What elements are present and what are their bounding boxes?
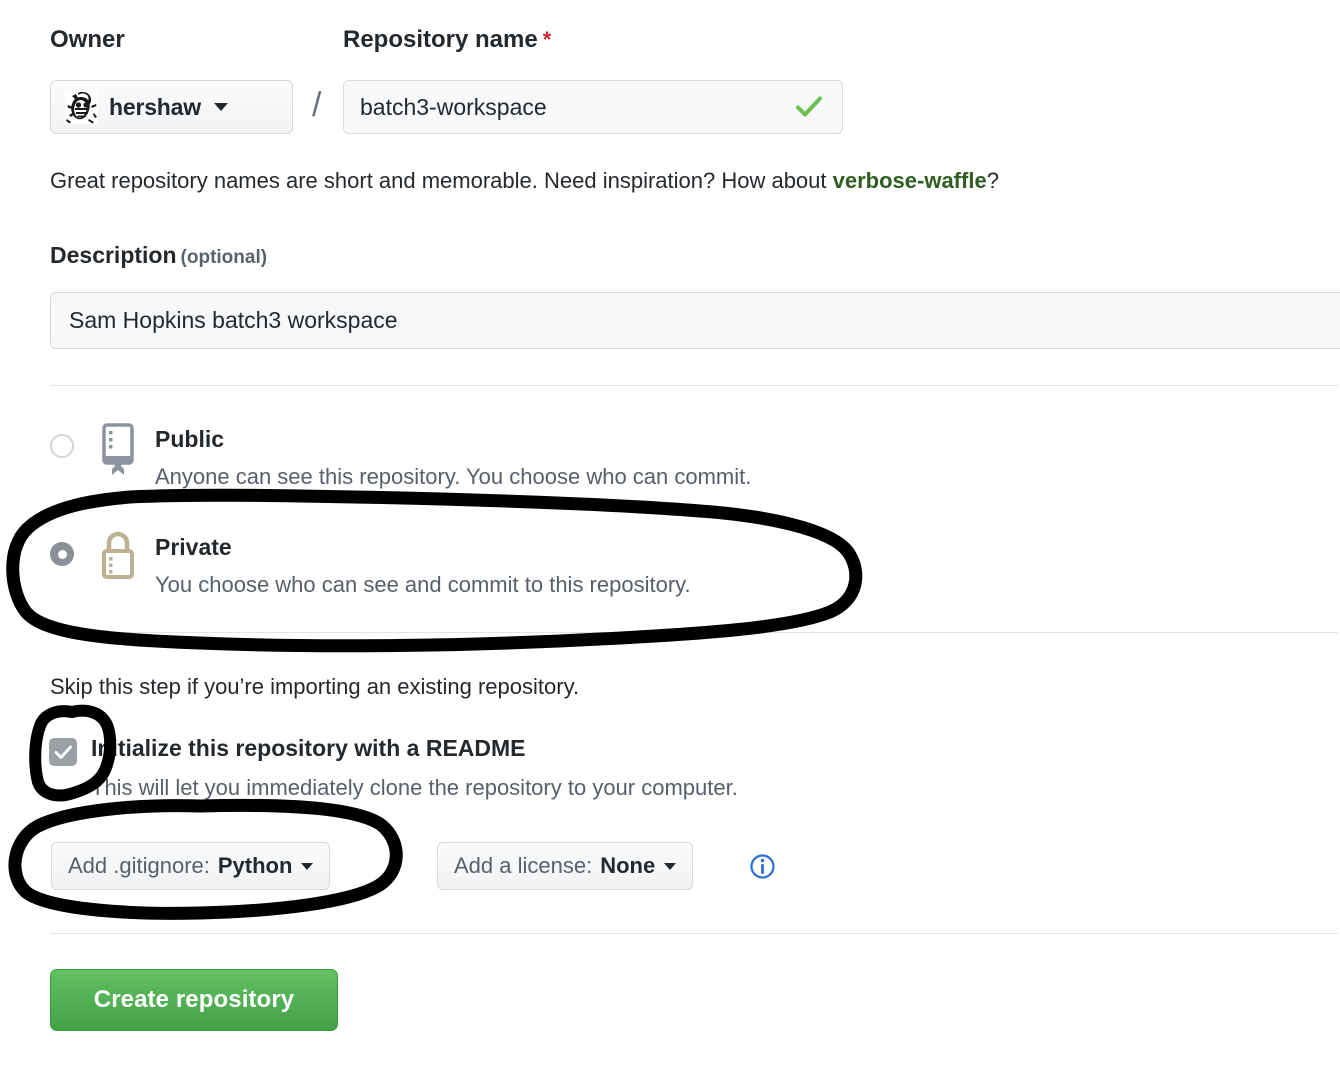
readme-subtitle: This will let you immediately clone the … (91, 775, 738, 800)
info-circle-icon[interactable] (749, 853, 776, 880)
gitignore-prefix: Add .gitignore: (68, 853, 210, 878)
public-subtitle: Anyone can see this repository. You choo… (155, 464, 752, 489)
helper-prefix: Great repository names are short and mem… (50, 168, 833, 193)
green-checkmark-icon (794, 92, 824, 122)
new-repository-form: Owner Repository name * hershaw / batch3… (0, 0, 1340, 1066)
chevron-down-icon (301, 862, 314, 870)
owner-name-text: hershaw (109, 93, 201, 120)
radio-private[interactable] (50, 542, 74, 566)
radio-public[interactable] (50, 434, 74, 458)
owner-name-separator: / (312, 86, 322, 124)
repo-book-icon (96, 422, 140, 478)
annotation-overlay (6, 488, 863, 920)
owner-label: Owner (50, 26, 125, 53)
repository-name-helper-text: Great repository names are short and mem… (50, 168, 999, 194)
gitignore-dropdown-button[interactable]: Add .gitignore: Python (51, 842, 331, 890)
repository-name-value: batch3-workspace (360, 93, 547, 120)
license-dropdown-button[interactable]: Add a license: None (437, 842, 694, 890)
divider-above-initialize (50, 632, 1338, 633)
lock-icon (96, 530, 140, 586)
description-label: Description (optional) (50, 242, 267, 269)
create-repository-button[interactable]: Create repository (50, 969, 338, 1031)
chevron-down-icon (664, 862, 677, 870)
public-title: Public (155, 426, 225, 452)
suggested-name-link[interactable]: verbose-waffle (833, 168, 987, 193)
license-value: None (600, 853, 656, 878)
description-value: Sam Hopkins batch3 workspace (69, 307, 398, 333)
repository-name-input[interactable]: batch3-workspace (343, 80, 843, 134)
owner-dropdown-button[interactable]: hershaw (50, 80, 293, 134)
description-label-text: Description (50, 242, 177, 268)
readme-label: Initialize this repository with a README (91, 735, 526, 761)
repository-name-label: Repository name * (343, 26, 551, 54)
license-prefix: Add a license: (454, 853, 593, 878)
readme-checkbox[interactable] (49, 738, 77, 766)
user-avatar-cartoon-face-icon (65, 90, 98, 124)
required-asterisk: * (542, 27, 552, 52)
private-title: Private (155, 534, 232, 560)
skip-step-note: Skip this step if you’re importing an ex… (50, 674, 580, 699)
description-optional-note: (optional) (180, 247, 268, 268)
helper-suffix: ? (986, 168, 999, 193)
description-input[interactable]: Sam Hopkins batch3 workspace (50, 292, 1340, 349)
divider-above-submit (50, 933, 1338, 934)
gitignore-value: Python (217, 853, 293, 878)
private-subtitle: You choose who can see and commit to thi… (155, 572, 691, 597)
divider-above-visibility (50, 385, 1338, 386)
repository-name-label-text: Repository name (343, 26, 538, 53)
chevron-down-icon (213, 103, 228, 111)
